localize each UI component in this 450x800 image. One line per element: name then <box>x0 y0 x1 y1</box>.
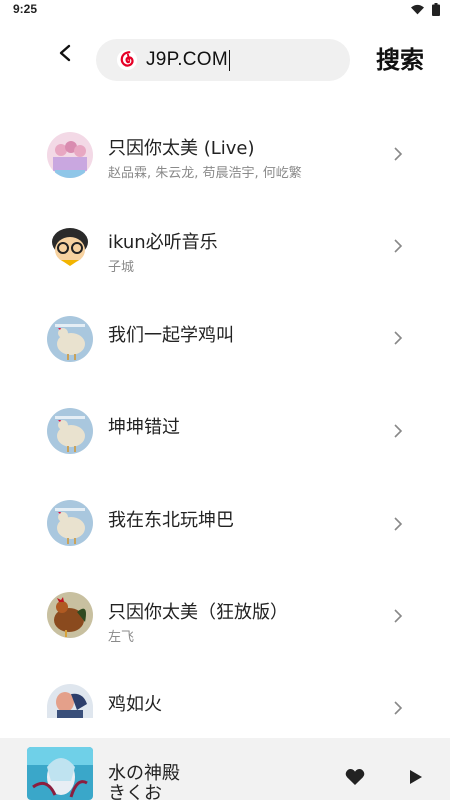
search-query: J9P.COM <box>146 49 228 70</box>
chevron-right-icon <box>394 424 403 438</box>
album-cover[interactable] <box>27 747 93 800</box>
chevron-right-icon <box>394 147 403 161</box>
result-avatar <box>47 408 93 454</box>
result-title: 坤坤错过 <box>108 417 180 438</box>
result-avatar <box>47 132 93 178</box>
netease-music-icon <box>116 49 138 71</box>
chevron-right-icon <box>394 517 403 531</box>
result-title: 鸡如火 <box>108 694 162 715</box>
now-playing-artist: きくお <box>108 783 162 800</box>
result-avatar <box>47 592 93 638</box>
result-row[interactable]: 我们一起学鸡叫 <box>0 292 450 384</box>
chevron-right-icon <box>394 701 403 715</box>
result-avatar <box>47 500 93 546</box>
search-header: J9P.COM 搜索 <box>0 20 450 100</box>
result-subtitle: 左飞 <box>108 630 135 645</box>
play-icon[interactable] <box>409 769 423 785</box>
result-avatar <box>47 684 93 718</box>
result-row[interactable]: ikun必听音乐 子城 <box>0 200 450 292</box>
search-button[interactable]: 搜索 <box>376 40 424 80</box>
result-subtitle: 子城 <box>108 260 135 275</box>
result-title: 只因你太美 (Live) <box>108 138 255 159</box>
result-row[interactable]: 只因你太美 (Live) 赵品霖, 朱云龙, 苟晨浩宇, 何屹繁 <box>0 108 450 200</box>
back-button[interactable] <box>50 38 80 68</box>
mini-player[interactable]: 水の神殿 きくお <box>0 738 450 800</box>
status-bar: 9:25 <box>0 0 450 20</box>
result-title: 我们一起学鸡叫 <box>108 325 234 346</box>
result-subtitle: 赵品霖, 朱云龙, 苟晨浩宇, 何屹繁 <box>108 166 302 181</box>
status-icons <box>411 3 440 16</box>
wifi-icon <box>411 4 424 15</box>
chevron-right-icon <box>394 239 403 253</box>
battery-icon <box>432 3 440 16</box>
back-arrow-icon <box>59 44 71 62</box>
result-row[interactable]: 坤坤错过 <box>0 384 450 476</box>
result-title: ikun必听音乐 <box>108 232 218 253</box>
result-title: 只因你太美（狂放版） <box>108 602 288 623</box>
result-row[interactable]: 我在东北玩坤巴 <box>0 476 450 568</box>
search-results-list: 只因你太美 (Live) 赵品霖, 朱云龙, 苟晨浩宇, 何屹繁 ikun必听音… <box>0 108 450 718</box>
chevron-right-icon <box>394 609 403 623</box>
result-avatar <box>47 224 93 270</box>
result-row[interactable]: 鸡如火 <box>0 660 450 718</box>
search-input[interactable]: J9P.COM <box>96 39 350 81</box>
heart-icon[interactable] <box>345 768 365 786</box>
result-row[interactable]: 只因你太美（狂放版） 左飞 <box>0 568 450 660</box>
result-title: 我在东北玩坤巴 <box>108 510 234 531</box>
text-cursor <box>229 49 230 71</box>
status-time: 9:25 <box>13 2 38 16</box>
chevron-right-icon <box>394 331 403 345</box>
result-avatar <box>47 316 93 362</box>
